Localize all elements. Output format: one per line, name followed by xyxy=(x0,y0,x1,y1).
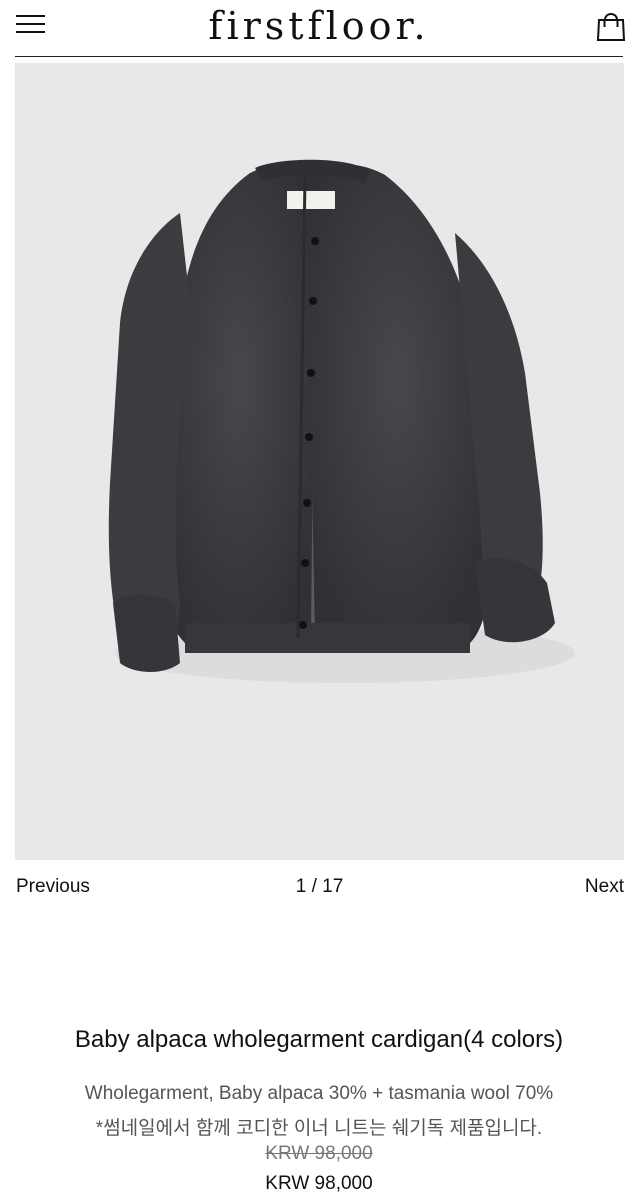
product-title: Baby alpaca wholegarment cardigan(4 colo… xyxy=(74,1026,564,1053)
sale-price: KRW 98,000 xyxy=(265,1173,373,1194)
next-image-button[interactable]: Next xyxy=(585,876,624,898)
image-counter: 1 / 17 xyxy=(295,876,344,897)
site-header: firstfloor. xyxy=(0,0,638,58)
header-divider xyxy=(15,56,623,57)
product-image[interactable] xyxy=(15,63,624,860)
gallery-navigation: Previous 1 / 17 Next xyxy=(15,876,624,902)
original-price: KRW 98,000 xyxy=(265,1143,373,1164)
product-description-note: *썸네일에서 함께 코디한 이너 니트는 쉐기독 제품입니다. xyxy=(95,1118,543,1139)
shopping-bag-icon[interactable] xyxy=(596,10,626,42)
product-description-material: Wholegarment, Baby alpaca 30% + tasmania… xyxy=(84,1083,554,1104)
site-logo[interactable]: firstfloor. xyxy=(0,4,638,48)
